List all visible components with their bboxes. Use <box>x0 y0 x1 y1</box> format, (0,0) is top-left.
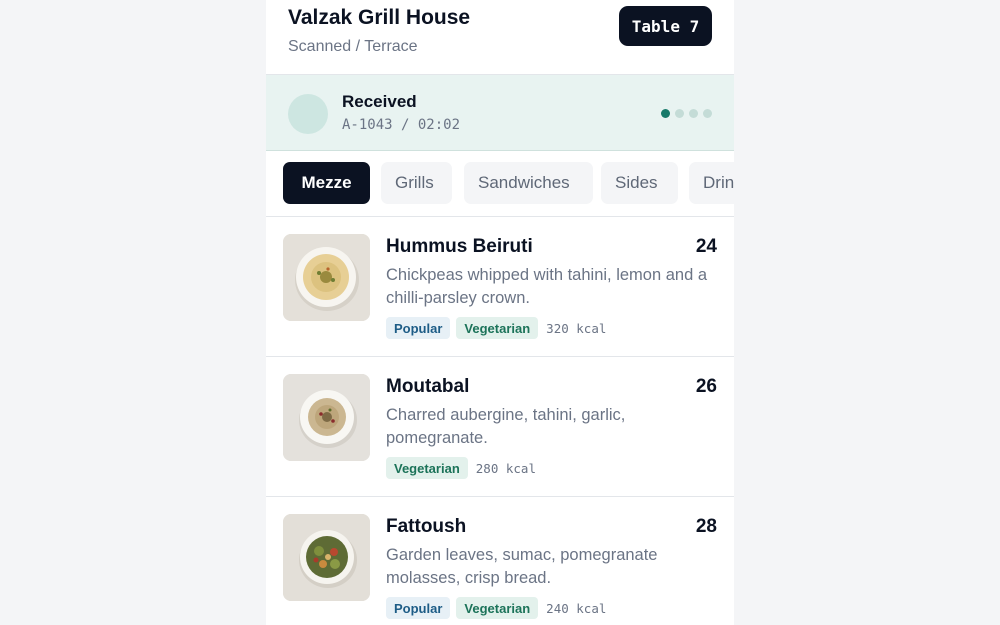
calorie-count: 280 kcal <box>475 460 536 476</box>
popular-badge: Popular <box>386 597 451 619</box>
item-tags: Popular Vegetarian 320 kcal <box>386 317 606 339</box>
tab-sides[interactable]: Sides <box>601 162 678 204</box>
progress-step <box>703 109 712 118</box>
calorie-count: 320 kcal <box>546 320 607 336</box>
scan-location: Scanned / Terrace <box>288 38 418 55</box>
item-name: Moutabal <box>386 376 470 397</box>
menu-item[interactable]: Hummus Beiruti 24 Chickpeas whipped with… <box>266 217 734 357</box>
menu-item[interactable]: Fattoush 28 Garden leaves, sumac, pomegr… <box>266 497 734 625</box>
tab-grills[interactable]: Grills <box>381 162 452 204</box>
tab-drinks[interactable]: Drinks <box>689 162 734 204</box>
tab-sandwiches[interactable]: Sandwiches <box>464 162 593 204</box>
item-description: Charred aubergine, tahini, garlic, pomeg… <box>386 406 626 447</box>
calorie-count: 240 kcal <box>546 600 607 616</box>
item-name: Hummus Beiruti <box>386 236 533 257</box>
item-price: 24 <box>695 236 717 257</box>
order-number-timer: A-1043 / 02:02 <box>342 117 461 133</box>
moutabal-bowl-image <box>283 374 370 461</box>
item-price: 26 <box>695 376 717 397</box>
restaurant-name: Valzak Grill House <box>288 6 471 29</box>
progress-step <box>675 109 684 118</box>
menu-item[interactable]: Moutabal 26 Charred aubergine, tahini, g… <box>266 357 734 497</box>
order-status-banner: Received A-1043 / 02:02 <box>266 75 734 151</box>
status-indicator-icon <box>288 94 328 134</box>
vegetarian-badge: Vegetarian <box>456 317 539 339</box>
hummus-bowl-image <box>283 234 370 321</box>
item-price: 28 <box>695 516 717 537</box>
progress-step <box>689 109 698 118</box>
order-progress-dots <box>661 109 712 118</box>
progress-step <box>661 109 670 118</box>
item-tags: Vegetarian 280 kcal <box>386 457 536 479</box>
item-tags: Popular Vegetarian 240 kcal <box>386 597 606 619</box>
table-badge[interactable]: Table 7 <box>619 6 712 46</box>
popular-badge: Popular <box>386 317 451 339</box>
vegetarian-badge: Vegetarian <box>456 597 539 619</box>
fattoush-bowl-image <box>283 514 370 601</box>
item-name: Fattoush <box>386 516 467 537</box>
tab-mezze[interactable]: Mezze <box>283 162 370 204</box>
order-status-title: Received <box>342 92 417 111</box>
item-description: Garden leaves, sumac, pomegranate molass… <box>386 546 658 587</box>
menu-screen: Valzak Grill House Scanned / Terrace Tab… <box>266 0 734 625</box>
vegetarian-badge: Vegetarian <box>386 457 468 479</box>
app-header: Valzak Grill House Scanned / Terrace Tab… <box>266 0 734 75</box>
item-description: Chickpeas whipped with tahini, lemon and… <box>386 266 708 307</box>
category-tabs: Mezze Grills Sandwiches Sides Drinks <box>266 151 734 217</box>
